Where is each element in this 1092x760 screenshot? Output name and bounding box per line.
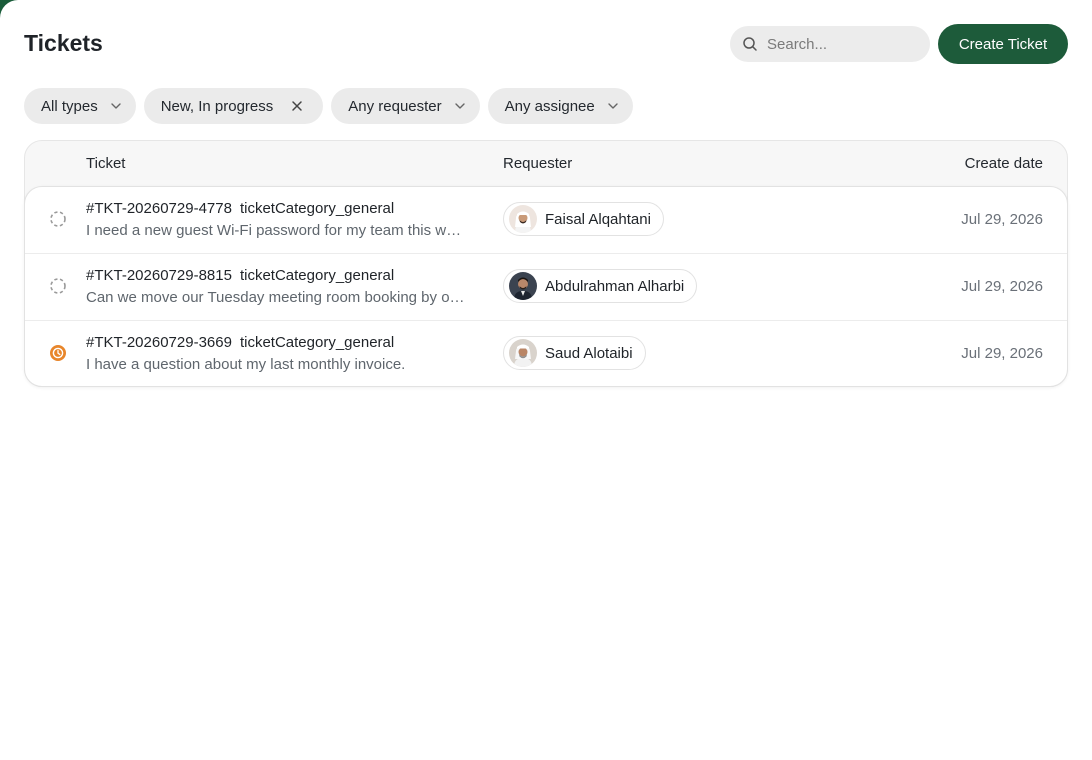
column-header-requester[interactable]: Requester — [503, 155, 572, 172]
requester-pill[interactable]: Saud Alotaibi — [503, 336, 646, 370]
filter-assignee-label: Any assignee — [504, 97, 595, 115]
search-input[interactable] — [767, 35, 917, 53]
filter-assignee[interactable]: Any assignee — [487, 88, 633, 124]
filter-type-label: All types — [41, 97, 98, 115]
filter-status[interactable]: New, In progress — [143, 88, 324, 124]
ticket-id: #TKT-20260729-3669 — [86, 334, 232, 351]
requester-name: Faisal Alqahtani — [545, 210, 651, 228]
tickets-table: Ticket Requester Create date #TKT-202607… — [24, 140, 1068, 387]
ticket-title: #TKT-20260729-3669 ticketCategory_general — [86, 334, 394, 351]
ticket-title: #TKT-20260729-8815 ticketCategory_general — [86, 267, 394, 284]
dashed-circle-icon — [50, 211, 66, 227]
chevron-down-icon — [608, 103, 618, 109]
filter-type[interactable]: All types — [24, 88, 136, 124]
tickets-panel: Tickets Create Ticket All types New, In … — [0, 0, 1092, 760]
chevron-down-icon — [454, 103, 465, 109]
page-title: Tickets — [24, 30, 103, 56]
requester-pill[interactable]: Abdulrahman Alharbi — [503, 269, 698, 303]
avatar — [509, 272, 537, 300]
ticket-description: Can we move our Tuesday meeting room boo… — [86, 289, 468, 306]
table-header: Ticket Requester Create date — [25, 141, 1067, 186]
filter-requester[interactable]: Any requester — [331, 88, 480, 124]
filter-bar: All types New, In progress Any requester… — [24, 88, 633, 124]
filter-requester-label: Any requester — [348, 97, 442, 115]
ticket-description: I need a new guest Wi-Fi password for my… — [86, 222, 468, 239]
dashed-circle-icon — [50, 278, 66, 294]
ticket-category: ticketCategory_general — [239, 334, 395, 351]
column-header-create-date[interactable]: Create date — [965, 155, 1043, 172]
table-row[interactable]: #TKT-20260729-3669 ticketCategory_general… — [25, 321, 1067, 388]
column-header-ticket[interactable]: Ticket — [86, 155, 125, 172]
table-body: #TKT-20260729-4778 ticketCategory_general… — [24, 186, 1068, 387]
create-ticket-button[interactable]: Create Ticket — [938, 24, 1068, 64]
ticket-id: #TKT-20260729-4778 — [86, 200, 232, 217]
clock-icon — [50, 345, 66, 361]
filter-status-label: New, In progress — [160, 97, 274, 115]
ticket-category: ticketCategory_general — [239, 200, 395, 217]
search-icon — [743, 37, 757, 51]
requester-name: Abdulrahman Alharbi — [545, 277, 685, 295]
search-box[interactable] — [730, 26, 930, 62]
avatar — [509, 339, 537, 367]
requester-pill[interactable]: Faisal Alqahtani — [503, 202, 664, 236]
close-icon[interactable] — [291, 100, 303, 112]
create-date: Jul 29, 2026 — [961, 278, 1043, 295]
requester-name: Saud Alotaibi — [545, 344, 633, 362]
table-row[interactable]: #TKT-20260729-4778 ticketCategory_general… — [25, 187, 1067, 254]
ticket-id: #TKT-20260729-8815 — [86, 267, 232, 284]
chevron-down-icon — [111, 103, 121, 109]
table-row[interactable]: #TKT-20260729-8815 ticketCategory_general… — [25, 254, 1067, 321]
create-date: Jul 29, 2026 — [961, 345, 1043, 362]
ticket-title: #TKT-20260729-4778 ticketCategory_general — [86, 200, 394, 217]
avatar — [509, 205, 537, 233]
create-date: Jul 29, 2026 — [961, 211, 1043, 228]
ticket-category: ticketCategory_general — [239, 267, 395, 284]
ticket-description: I have a question about my last monthly … — [86, 356, 406, 373]
